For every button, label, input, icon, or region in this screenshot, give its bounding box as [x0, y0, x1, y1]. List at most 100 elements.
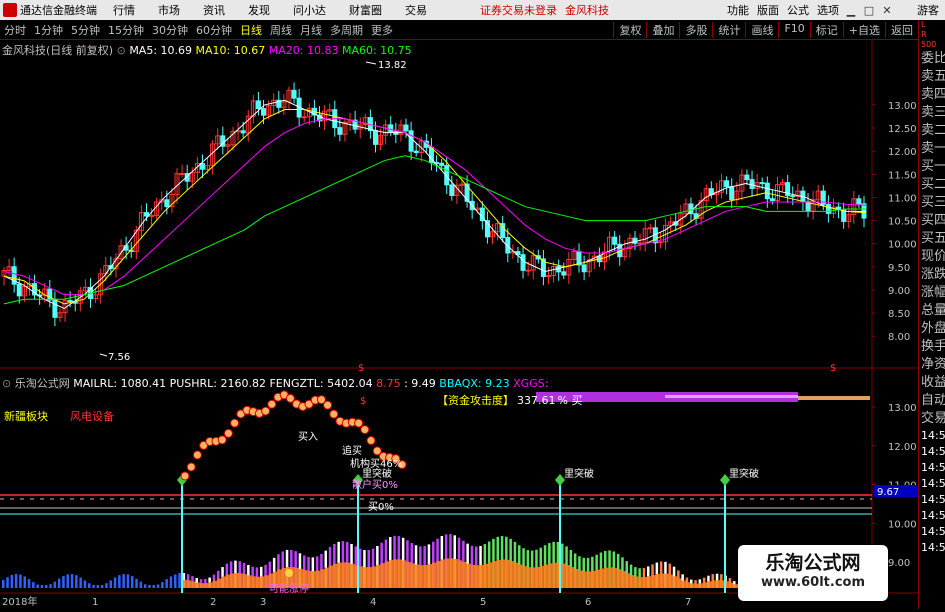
add-watchlist-button[interactable]: +自选	[842, 21, 885, 38]
histogram-bar-8	[36, 584, 39, 588]
ma20-label: MA20: 10.83	[268, 44, 339, 57]
side-item-14[interactable]: 总量	[919, 302, 945, 320]
side-item-16[interactable]: 换手	[919, 338, 945, 356]
price-tick-label-10: 8.00	[888, 332, 910, 343]
fund-attack-tail	[798, 396, 870, 400]
histogram-fill-138	[595, 569, 600, 588]
candle-body-79	[403, 124, 409, 132]
histogram-fill-150	[647, 576, 652, 588]
menu-options[interactable]: 选项	[817, 2, 839, 18]
side-item-4[interactable]: 卖二	[919, 122, 945, 140]
tab-period-multi[interactable]: 多周期	[326, 22, 367, 38]
histogram-fill-101	[436, 560, 441, 588]
side-item-24[interactable]: 14:56	[919, 476, 945, 492]
side-item-5[interactable]: 卖一	[919, 140, 945, 158]
mark-button[interactable]: 标记	[809, 21, 843, 38]
tab-period-weekly[interactable]: 周线	[266, 22, 296, 38]
histogram-fill-134	[578, 570, 583, 588]
tab-period-1[interactable]: 1分钟	[30, 22, 67, 38]
maximize-icon[interactable]: □	[863, 3, 875, 17]
menu-wealth[interactable]: 财富圈	[349, 2, 382, 18]
menu-layout[interactable]: 版面	[757, 2, 779, 18]
histogram-fill-149	[642, 576, 647, 588]
high-price-pointer	[365, 61, 377, 65]
histogram-fill-49	[212, 580, 217, 588]
menu-news[interactable]: 资讯	[203, 2, 225, 18]
histogram-fill-52	[225, 574, 230, 588]
menu-formula[interactable]: 公式	[787, 2, 809, 18]
side-item-3[interactable]: 卖三	[919, 104, 945, 122]
tab-period-4[interactable]: 30分钟	[148, 22, 192, 38]
menu-discover[interactable]: 发现	[248, 2, 270, 18]
overlay-button[interactable]: 叠加	[646, 21, 679, 38]
side-item-26[interactable]: 14:56	[919, 508, 945, 524]
settings-icon[interactable]: ⊙	[117, 44, 126, 57]
side-item-0[interactable]: 委比	[919, 50, 945, 68]
restore-rights-button[interactable]: 复权	[613, 21, 646, 38]
candle-body-50	[255, 100, 261, 110]
menu-quotes[interactable]: 行情	[113, 2, 135, 18]
f10-button[interactable]: F10	[778, 21, 809, 38]
side-item-12[interactable]: 涨跌	[919, 266, 945, 284]
side-item-8[interactable]: 买三	[919, 194, 945, 212]
tab-period-3[interactable]: 15分钟	[104, 22, 148, 38]
menu-function[interactable]: 功能	[727, 2, 749, 18]
side-item-7[interactable]: 买二	[919, 176, 945, 194]
candle-body-66	[337, 127, 343, 135]
side-item-18[interactable]: 收益	[919, 374, 945, 392]
side-item-11[interactable]: 现价	[919, 248, 945, 266]
side-item-9[interactable]: 买四	[919, 212, 945, 230]
side-item-22[interactable]: 14:56	[919, 444, 945, 460]
side-item-17[interactable]: 净资	[919, 356, 945, 374]
histogram-fill-152	[655, 574, 660, 588]
candle-body-151	[769, 198, 775, 202]
histogram-fill-87	[376, 564, 381, 588]
side-item-10[interactable]: 买五	[919, 230, 945, 248]
histogram-fill-103	[444, 558, 450, 588]
kline-chart-svg[interactable]: 13.00 12.50 12.00 11.50 11.00 10.50 10.00 9.50 9…	[0, 40, 918, 609]
side-item-28[interactable]: 14:56	[919, 540, 945, 556]
tab-period-more[interactable]: 更多	[367, 22, 397, 38]
red-value: 8.75	[376, 377, 401, 390]
candle-body-80	[408, 130, 414, 152]
side-item-27[interactable]: 14:56	[919, 524, 945, 540]
candle-body-168	[856, 198, 862, 205]
side-item-13[interactable]: 涨幅	[919, 284, 945, 302]
stats-button[interactable]: 统计	[712, 21, 745, 38]
histogram-bar-39	[169, 576, 173, 588]
chart-area[interactable]: 13.00 12.50 12.00 11.50 11.00 10.50 10.00 9.50 9…	[0, 40, 918, 609]
fund-attack-title: 【资金攻击度】	[437, 394, 514, 407]
low-price-label: 7.56	[108, 352, 130, 363]
side-item-1[interactable]: 卖五	[919, 68, 945, 86]
breakout-label-2: 里突破	[564, 467, 594, 480]
multi-stock-button[interactable]: 多股	[679, 21, 712, 38]
histogram-fill-46	[199, 583, 205, 588]
side-item-2[interactable]: 卖四	[919, 86, 945, 104]
side-item-21[interactable]: 14:56	[919, 428, 945, 444]
minimize-icon[interactable]: ▁	[845, 3, 857, 17]
tab-period-daily[interactable]: 日线	[236, 22, 266, 38]
side-item-25[interactable]: 14:56	[919, 492, 945, 508]
close-icon[interactable]: ✕	[881, 3, 893, 17]
tab-period-5[interactable]: 60分钟	[192, 22, 236, 38]
side-item-19[interactable]: 自动	[919, 392, 945, 410]
menu-ask[interactable]: 问小达	[293, 2, 326, 18]
side-item-20[interactable]: 交易	[919, 410, 945, 428]
histogram-fill-154	[664, 573, 669, 588]
tab-period-2[interactable]: 5分钟	[67, 22, 104, 38]
guest-label[interactable]: 游客	[917, 2, 939, 18]
side-item-6[interactable]: 买一	[919, 158, 945, 176]
candle-body-29	[149, 215, 155, 218]
price-tick-label-0: 13.00	[888, 101, 917, 112]
quote-side-panel: L R 500 委比 卖五 卖四 卖三 卖二 卖一 买一 买二 买三 买四 买五 现价 涨跌 涨幅 总量 外盘…	[918, 20, 945, 609]
menu-market[interactable]: 市场	[158, 2, 180, 18]
menu-trade[interactable]: 交易	[405, 2, 427, 18]
back-button[interactable]: 返回	[885, 21, 918, 38]
draw-line-button[interactable]: 画线	[745, 21, 778, 38]
tab-period-0[interactable]: 分时	[0, 22, 30, 38]
side-item-15[interactable]: 外盘	[919, 320, 945, 338]
sub-settings-icon[interactable]: ⊙	[2, 377, 11, 390]
login-status[interactable]: 证券交易未登录	[480, 2, 557, 18]
tab-period-monthly[interactable]: 月线	[296, 22, 326, 38]
side-item-23[interactable]: 14:56	[919, 460, 945, 476]
